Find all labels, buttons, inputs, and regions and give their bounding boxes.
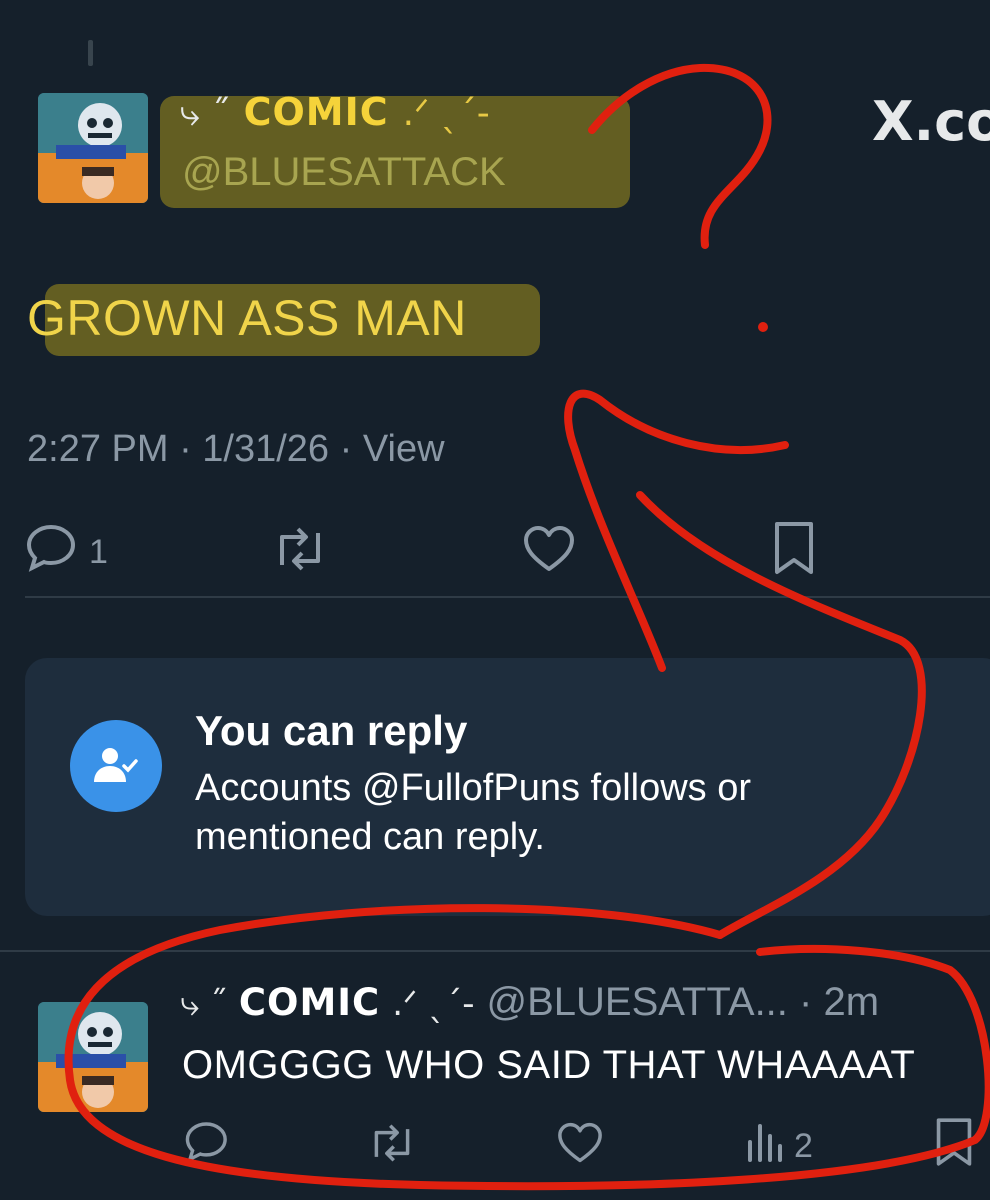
question-mark-stroke — [588, 63, 772, 249]
arrow-shaft-stroke — [636, 491, 926, 939]
red-annotation-overlay — [64, 63, 990, 1191]
question-mark-dot — [758, 322, 768, 332]
circle-annotation-stroke — [64, 904, 990, 1191]
